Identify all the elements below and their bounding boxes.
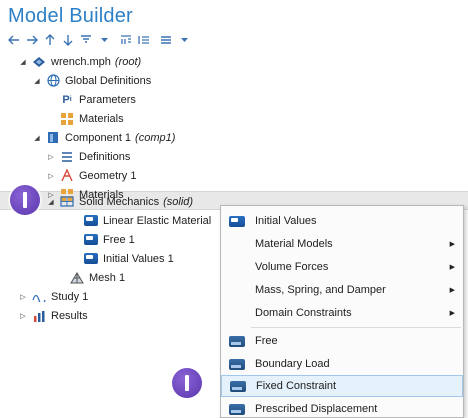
menu-label: Material Models (255, 238, 333, 250)
tree-node-parameters[interactable]: Pi Parameters (60, 90, 136, 109)
tree-label: Materials (79, 112, 124, 125)
tree-label: Results (51, 309, 88, 322)
menu-item-material-models[interactable]: Material Models ▶ (221, 233, 463, 255)
study-icon (32, 290, 46, 304)
menu-item-fixed-constraint[interactable]: Fixed Constraint (221, 375, 463, 397)
definitions-icon (60, 150, 74, 164)
expand-all-icon[interactable] (120, 34, 132, 46)
tree-label: Parameters (79, 93, 136, 106)
boundary-node-icon (229, 358, 245, 370)
collapsed-arrow-icon[interactable]: ▷ (46, 153, 56, 161)
materials-icon (60, 112, 74, 126)
boundary-node-icon (230, 380, 246, 392)
menu-separator (251, 327, 461, 328)
panel-title: Model Builder (8, 5, 133, 27)
tree-node-linear-elastic[interactable]: Linear Elastic Material (84, 211, 211, 230)
menu-item-prescribed-displacement[interactable]: Prescribed Displacement (221, 398, 463, 418)
tree-node-study[interactable]: ▷ Study 1 (18, 287, 88, 306)
tree-tag: (comp1) (135, 131, 176, 144)
move-down-icon[interactable] (62, 34, 74, 46)
model-file-icon (32, 55, 46, 69)
boundary-node-icon (229, 335, 245, 347)
tree-node-results[interactable]: ▷ Results (18, 306, 88, 325)
tree-node-definitions[interactable]: ▷ Definitions (46, 147, 130, 166)
collapse-all-icon[interactable] (138, 34, 150, 46)
show-dropdown-icon[interactable] (178, 34, 190, 46)
menu-item-free[interactable]: Free (221, 330, 463, 352)
tree-node-free[interactable]: Free 1 (84, 230, 135, 249)
menu-item-mass-spring-damper[interactable]: Mass, Spring, and Damper ▶ (221, 279, 463, 301)
physics-node-icon (84, 252, 98, 266)
tree-label: wrench.mph (51, 55, 111, 68)
mesh-icon (70, 271, 84, 285)
tree-node-component[interactable]: ◢ Component 1 (comp1) (32, 128, 175, 147)
filter-icon[interactable] (80, 34, 92, 46)
tree-node-global-definitions[interactable]: ◢ Global Definitions (32, 71, 151, 90)
tree-label: Free 1 (103, 233, 135, 246)
solid-mechanics-icon (60, 195, 74, 209)
tree-label: Definitions (79, 150, 131, 163)
expanded-arrow-icon[interactable]: ◢ (32, 77, 42, 85)
tree-label: Linear Elastic Material (103, 214, 212, 227)
tree-label: Component 1 (65, 131, 132, 144)
expanded-arrow-icon[interactable]: ◢ (46, 198, 56, 206)
physics-node-icon (84, 233, 98, 247)
parameters-icon: Pi (62, 93, 72, 106)
toolbar (8, 33, 190, 47)
tree-label: Geometry 1 (79, 169, 137, 182)
menu-label: Fixed Constraint (256, 380, 337, 392)
menu-label: Boundary Load (255, 358, 330, 370)
boundary-node-icon (229, 403, 245, 415)
menu-label: Free (255, 335, 278, 347)
tree-label: Study 1 (51, 290, 89, 303)
physics-node-icon (229, 215, 245, 227)
back-arrow-icon[interactable] (8, 34, 20, 46)
collapsed-arrow-icon[interactable]: ▷ (18, 293, 28, 301)
tree-label: Solid Mechanics (79, 195, 160, 208)
tree-node-materials-global[interactable]: Materials (60, 109, 124, 128)
filter-dropdown-icon[interactable] (98, 34, 110, 46)
tree-node-solid-mechanics[interactable]: ◢ Solid Mechanics (solid) (46, 192, 193, 211)
tree-node-geometry[interactable]: ▷ Geometry 1 (46, 166, 136, 185)
results-icon (32, 309, 46, 323)
menu-label: Initial Values (255, 215, 317, 227)
tree-node-root[interactable]: ◢ wrench.mph (root) (18, 52, 141, 71)
menu-label: Volume Forces (255, 261, 329, 273)
menu-item-boundary-load[interactable]: Boundary Load (221, 353, 463, 375)
menu-label: Prescribed Displacement (255, 403, 378, 415)
submenu-arrow-icon: ▶ (449, 310, 455, 317)
submenu-arrow-icon: ▶ (449, 241, 455, 248)
menu-item-volume-forces[interactable]: Volume Forces ▶ (221, 256, 463, 278)
tree-node-initial-values[interactable]: Initial Values 1 (84, 249, 174, 268)
move-up-icon[interactable] (44, 34, 56, 46)
forward-arrow-icon[interactable] (26, 34, 38, 46)
tree-tag: (root) (114, 55, 142, 68)
expanded-arrow-icon[interactable]: ◢ (18, 58, 28, 66)
tree-label: Global Definitions (65, 74, 152, 87)
tree-label: Initial Values 1 (103, 252, 174, 265)
geometry-icon (60, 169, 74, 183)
menu-item-domain-constraints[interactable]: Domain Constraints ▶ (221, 302, 463, 324)
globe-icon (46, 74, 60, 88)
component-icon (46, 131, 60, 145)
step-callout-marker (172, 368, 202, 398)
menu-label: Domain Constraints (255, 307, 352, 319)
tree-label: Mesh 1 (89, 271, 126, 284)
context-menu: Initial Values Material Models ▶ Volume … (220, 205, 464, 418)
menu-label: Mass, Spring, and Damper (255, 284, 386, 296)
submenu-arrow-icon: ▶ (449, 264, 455, 271)
show-list-icon[interactable] (160, 34, 172, 46)
tree-node-mesh[interactable]: Mesh 1 (70, 268, 125, 287)
submenu-arrow-icon: ▶ (449, 287, 455, 294)
step-callout-marker (10, 185, 40, 215)
collapsed-arrow-icon[interactable]: ▷ (18, 312, 28, 320)
expanded-arrow-icon[interactable]: ◢ (32, 134, 42, 142)
tree-tag: (solid) (163, 195, 194, 208)
menu-item-initial-values[interactable]: Initial Values (221, 210, 463, 232)
collapsed-arrow-icon[interactable]: ▷ (46, 172, 56, 180)
physics-node-icon (84, 214, 98, 228)
